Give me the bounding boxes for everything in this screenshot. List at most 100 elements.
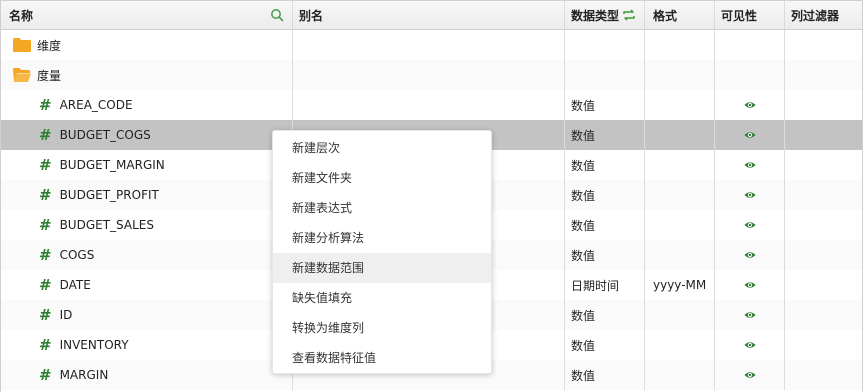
format-cell[interactable] xyxy=(645,240,715,270)
field-name: AREA_CODE xyxy=(59,98,133,112)
group-row-measure[interactable]: 度量 xyxy=(1,60,862,90)
field-name-cell: # BUDGET_SALES xyxy=(1,210,293,240)
filter-cell[interactable] xyxy=(785,180,862,210)
format-cell[interactable] xyxy=(645,180,715,210)
eye-icon[interactable] xyxy=(744,99,756,111)
menu-item[interactable]: 新建层次 xyxy=(273,133,491,163)
alias-cell[interactable] xyxy=(293,90,565,120)
filter-cell[interactable] xyxy=(785,90,862,120)
eye-icon[interactable] xyxy=(744,369,756,381)
format-cell[interactable] xyxy=(645,360,715,390)
alias-cell xyxy=(293,30,565,60)
format-cell[interactable]: yyyy-MM xyxy=(645,270,715,300)
menu-item[interactable]: 转换为维度列 xyxy=(273,313,491,343)
group-row-dimension[interactable]: 维度 xyxy=(1,30,862,60)
eye-icon[interactable] xyxy=(744,159,756,171)
menu-item[interactable]: 新建文件夹 xyxy=(273,163,491,193)
visible-cell[interactable] xyxy=(715,300,785,330)
format-cell[interactable] xyxy=(645,300,715,330)
header-format[interactable]: 格式 xyxy=(645,1,715,29)
group-name-cell: 维度 xyxy=(1,30,293,60)
sync-icon[interactable] xyxy=(622,8,636,22)
type-cell[interactable]: 数值 xyxy=(565,120,645,150)
menu-item[interactable]: 查看数据特征值 xyxy=(273,343,491,373)
type-cell xyxy=(565,60,645,90)
filter-cell[interactable] xyxy=(785,210,862,240)
hash-icon: # xyxy=(39,366,52,384)
visible-cell[interactable] xyxy=(715,270,785,300)
visible-cell[interactable] xyxy=(715,240,785,270)
field-name: ID xyxy=(59,308,73,322)
visible-cell[interactable] xyxy=(715,360,785,390)
hash-icon: # xyxy=(39,216,52,234)
format-cell xyxy=(645,30,715,60)
search-icon[interactable] xyxy=(270,8,284,22)
context-menu: 新建层次 新建文件夹 新建表达式 新建分析算法 新建数据范围 缺失值填充 转换为维度列 查看数… xyxy=(272,130,492,374)
format-cell[interactable] xyxy=(645,330,715,360)
filter-cell[interactable] xyxy=(785,330,862,360)
type-cell[interactable]: 数值 xyxy=(565,240,645,270)
header-name-label: 名称 xyxy=(9,8,34,23)
hash-icon: # xyxy=(39,96,52,114)
visible-cell[interactable] xyxy=(715,90,785,120)
field-type: 数值 xyxy=(571,368,596,383)
type-cell[interactable]: 数值 xyxy=(565,330,645,360)
filter-cell[interactable] xyxy=(785,150,862,180)
filter-cell xyxy=(785,30,862,60)
menu-item[interactable]: 新建分析算法 xyxy=(273,223,491,253)
eye-icon[interactable] xyxy=(744,279,756,291)
format-cell[interactable] xyxy=(645,120,715,150)
eye-icon[interactable] xyxy=(744,129,756,141)
menu-item[interactable]: 新建表达式 xyxy=(273,193,491,223)
eye-icon[interactable] xyxy=(744,309,756,321)
filter-cell[interactable] xyxy=(785,360,862,390)
hash-icon: # xyxy=(39,306,52,324)
type-cell[interactable]: 数值 xyxy=(565,90,645,120)
format-cell[interactable] xyxy=(645,210,715,240)
filter-cell xyxy=(785,60,862,90)
type-cell[interactable]: 数值 xyxy=(565,360,645,390)
field-name: BUDGET_COGS xyxy=(59,128,151,142)
folder-icon xyxy=(13,38,31,52)
type-cell[interactable]: 数值 xyxy=(565,150,645,180)
header-data-type[interactable]: 数据类型 xyxy=(565,1,645,29)
menu-item[interactable]: 新建数据范围 xyxy=(273,253,491,283)
visible-cell[interactable] xyxy=(715,180,785,210)
visible-cell[interactable] xyxy=(715,150,785,180)
type-cell xyxy=(565,30,645,60)
format-cell[interactable] xyxy=(645,150,715,180)
type-cell[interactable]: 日期时间 xyxy=(565,270,645,300)
menu-item[interactable]: 缺失值填充 xyxy=(273,283,491,313)
type-cell[interactable]: 数值 xyxy=(565,210,645,240)
hash-icon: # xyxy=(39,246,52,264)
eye-icon[interactable] xyxy=(744,249,756,261)
header-visible[interactable]: 可见性 xyxy=(715,1,785,29)
filter-cell[interactable] xyxy=(785,120,862,150)
eye-icon[interactable] xyxy=(744,189,756,201)
header-column-filter[interactable]: 列过滤器 xyxy=(785,1,862,29)
filter-cell[interactable] xyxy=(785,300,862,330)
visible-cell[interactable] xyxy=(715,210,785,240)
eye-icon[interactable] xyxy=(744,339,756,351)
type-cell[interactable]: 数值 xyxy=(565,180,645,210)
header-alias[interactable]: 别名 xyxy=(293,1,565,29)
field-name: DATE xyxy=(59,278,91,292)
visible-cell xyxy=(715,30,785,60)
filter-cell[interactable] xyxy=(785,240,862,270)
field-type: 日期时间 xyxy=(571,278,620,293)
field-type: 数值 xyxy=(571,248,596,263)
hash-icon: # xyxy=(39,336,52,354)
header-name[interactable]: 名称 xyxy=(1,1,293,29)
header-data-type-label: 数据类型 xyxy=(571,8,620,23)
visible-cell[interactable] xyxy=(715,330,785,360)
group-label-dimension: 维度 xyxy=(37,38,62,53)
field-name-cell: # AREA_CODE xyxy=(1,90,293,120)
filter-cell[interactable] xyxy=(785,270,862,300)
type-cell[interactable]: 数值 xyxy=(565,300,645,330)
visible-cell[interactable] xyxy=(715,120,785,150)
format-cell[interactable] xyxy=(645,90,715,120)
field-type: 数值 xyxy=(571,188,596,203)
eye-icon[interactable] xyxy=(744,219,756,231)
table-row[interactable]: # AREA_CODE 数值 xyxy=(1,90,862,120)
header-column-filter-label: 列过滤器 xyxy=(791,8,840,23)
